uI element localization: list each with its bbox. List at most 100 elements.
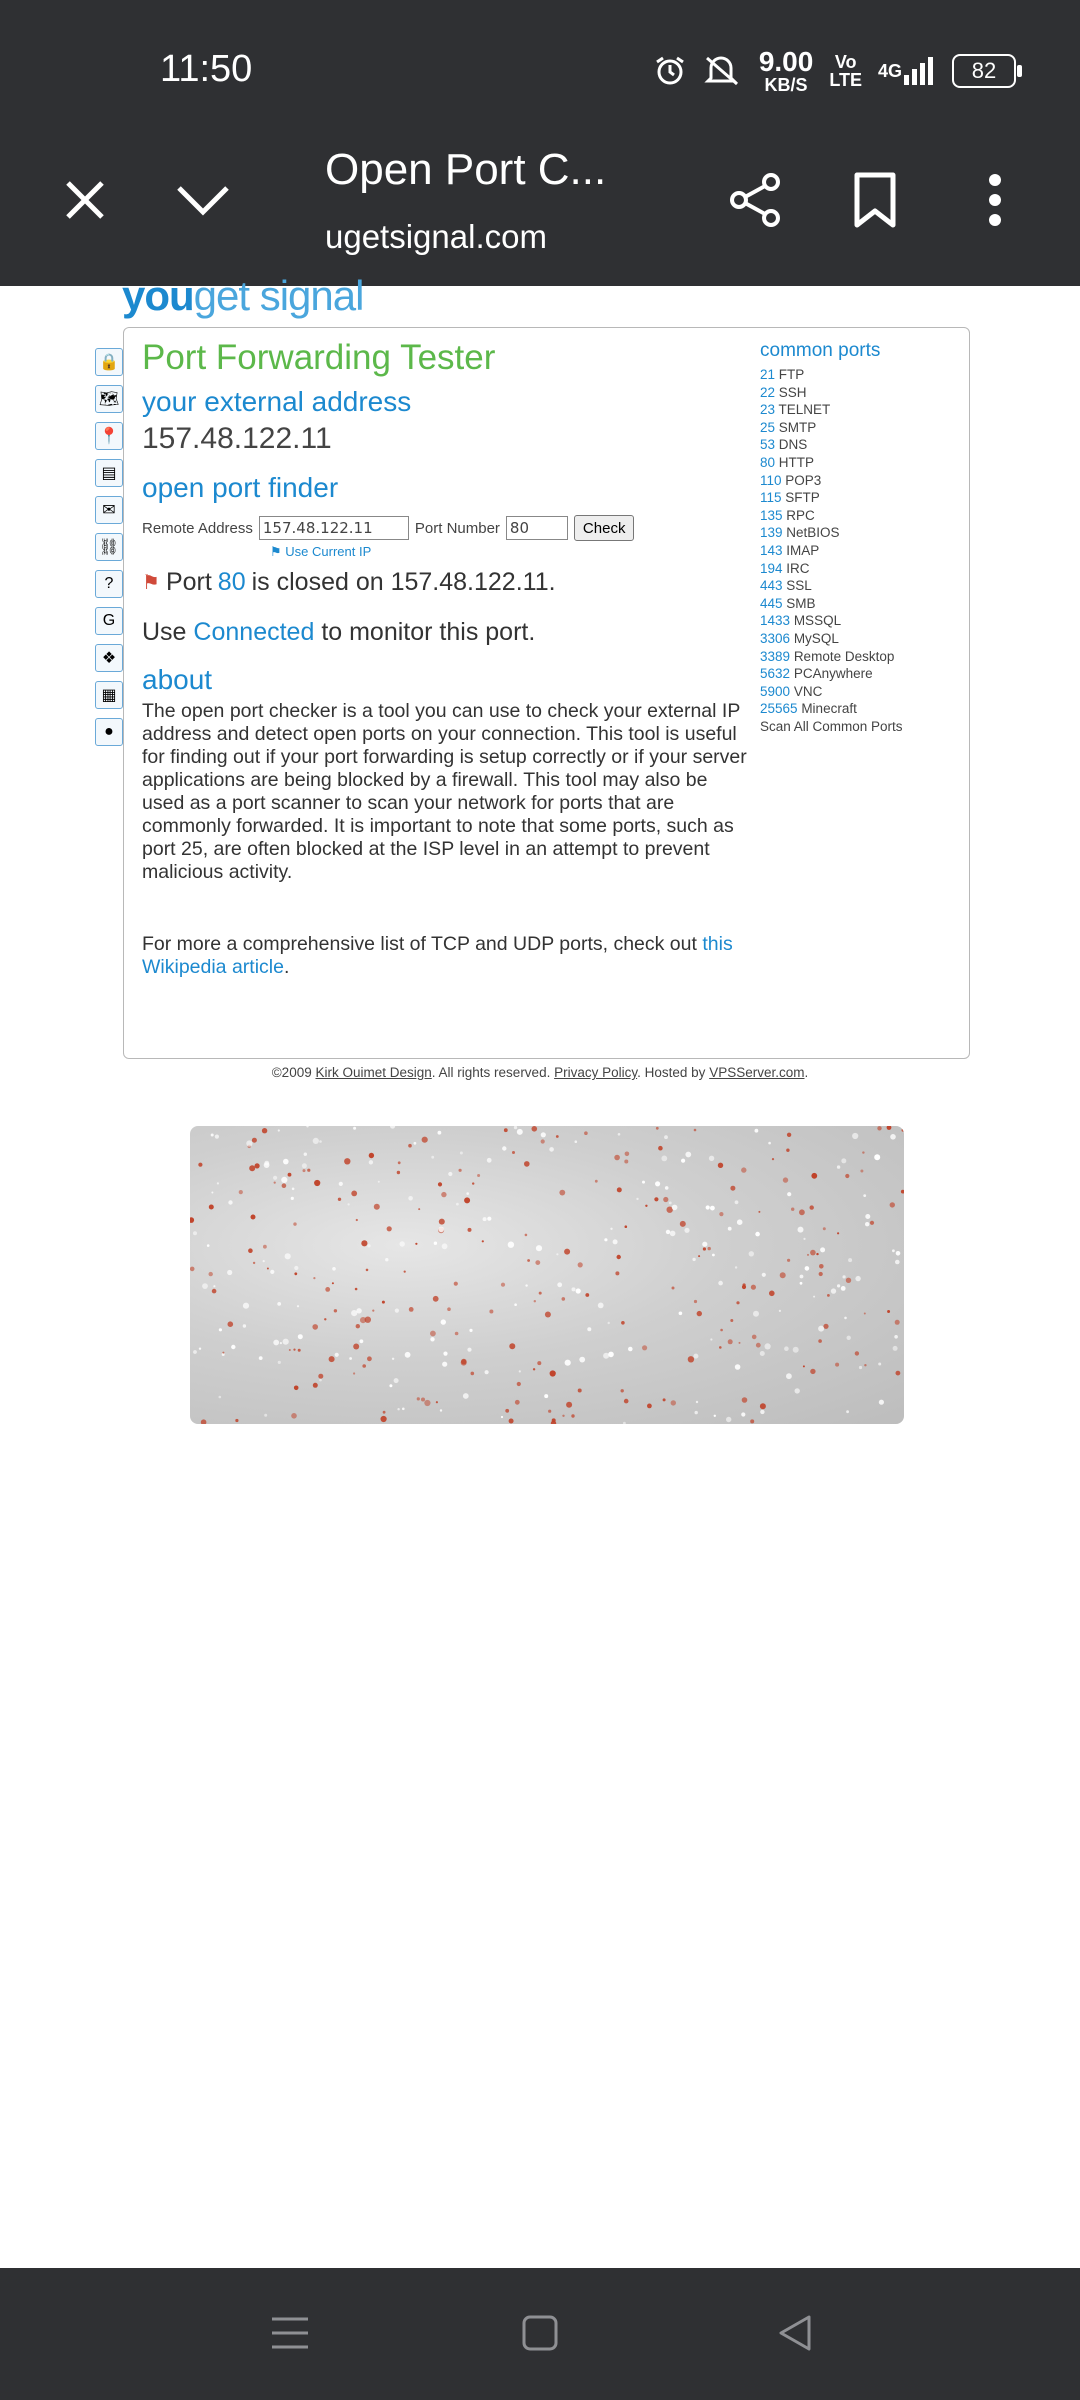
port-item[interactable]: 25565 Minecraft [760, 700, 960, 718]
port-item[interactable]: 1433 MSSQL [760, 612, 960, 630]
bookmark-button[interactable] [840, 165, 910, 235]
particle-dot [894, 1319, 900, 1325]
particle-dot [624, 1159, 629, 1164]
check-button[interactable]: Check [573, 515, 635, 541]
port-item[interactable]: 25 SMTP [760, 419, 960, 437]
share-button[interactable] [720, 165, 790, 235]
particle-dot [810, 1249, 816, 1256]
particle-dot [467, 1227, 472, 1232]
particle-dot [664, 1186, 669, 1190]
port-item[interactable]: 110 POP3 [760, 472, 960, 490]
particle-dot [312, 1137, 319, 1144]
help-icon[interactable]: ? [95, 570, 123, 598]
particle-dot [811, 1172, 818, 1179]
particle-dot [362, 1364, 366, 1368]
server-icon[interactable]: ▦ [95, 681, 123, 709]
port-result: ⚑ Port 80 is closed on 157.48.122.11. [142, 568, 556, 596]
windows-icon[interactable]: ❖ [95, 644, 123, 672]
remote-address-input[interactable] [258, 516, 409, 540]
advertisement-image[interactable] [190, 1126, 904, 1424]
port-item[interactable]: 139 NetBIOS [760, 524, 960, 542]
port-item[interactable]: 80 HTTP [760, 454, 960, 472]
particle-dot [736, 1301, 740, 1305]
privacy-policy-link[interactable]: Privacy Policy [554, 1065, 637, 1080]
particle-dot [441, 1191, 447, 1198]
particle-dot [208, 1204, 214, 1210]
particle-dot [799, 1209, 805, 1216]
scan-all-ports-link[interactable]: Scan All Common Ports [760, 718, 960, 736]
map-pin-icon[interactable]: 📍 [95, 422, 123, 450]
particle-dot [604, 1238, 608, 1242]
particle-dot [222, 1351, 225, 1354]
particle-dot [421, 1136, 428, 1143]
mail-icon[interactable]: ✉ [95, 496, 123, 524]
particle-dot [439, 1409, 443, 1412]
particle-dot [214, 1134, 219, 1139]
particle-dot [738, 1341, 741, 1344]
site-logo[interactable]: youget signal [122, 272, 364, 320]
particle-dot [484, 1370, 489, 1375]
lock-icon[interactable]: 🔒 [95, 348, 123, 376]
back-button[interactable] [760, 2298, 830, 2368]
home-button[interactable] [505, 2298, 575, 2368]
particle-dot [294, 1272, 298, 1276]
particle-dot [842, 1275, 846, 1279]
port-item[interactable]: 115 SFTP [760, 489, 960, 507]
author-link[interactable]: Kirk Ouimet Design [315, 1065, 431, 1080]
map-icon[interactable]: 🗺 [95, 385, 123, 413]
window-icon[interactable]: ▤ [95, 459, 123, 487]
network-icon[interactable]: ⛓ [95, 533, 123, 561]
google-icon[interactable]: G [95, 607, 123, 635]
port-item[interactable]: 23 TELNET [760, 401, 960, 419]
particle-dot [246, 1140, 253, 1147]
particle-dot [799, 1281, 803, 1285]
particle-dot [778, 1309, 782, 1312]
particle-dot [287, 1172, 292, 1177]
minimize-button[interactable] [168, 165, 238, 235]
particle-dot [389, 1384, 393, 1388]
particle-dot [645, 1204, 648, 1207]
connected-link[interactable]: Connected [193, 618, 314, 646]
port-number-input[interactable] [505, 516, 568, 540]
particle-dot [252, 1261, 256, 1265]
particle-dot [741, 1397, 748, 1403]
particle-dot [736, 1219, 743, 1225]
recent-apps-button[interactable] [255, 2298, 325, 2368]
particle-dot [786, 1148, 790, 1152]
status-icons: 9.00 KB/S Vo LTE 4G 82 [653, 46, 1022, 96]
particle-dot [248, 1248, 253, 1253]
port-item[interactable]: 194 IRC [760, 560, 960, 578]
close-tab-button[interactable] [50, 165, 120, 235]
port-item[interactable]: 135 RPC [760, 507, 960, 525]
more-options-button[interactable] [960, 165, 1030, 235]
use-current-ip-link[interactable]: ⚑ Use Current IP [270, 544, 371, 560]
particle-dot [717, 1162, 724, 1168]
port-item[interactable]: 143 IMAP [760, 542, 960, 560]
close-icon [66, 181, 104, 219]
port-item[interactable]: 5632 PCAnywhere [760, 665, 960, 683]
host-link[interactable]: VPSServer.com [709, 1065, 804, 1080]
port-item[interactable]: 22 SSH [760, 384, 960, 402]
particle-dot [669, 1230, 676, 1237]
particle-dot [741, 1284, 747, 1290]
particle-dot [642, 1345, 648, 1351]
particle-dot [564, 1359, 571, 1366]
particle-dot [713, 1414, 716, 1417]
particle-dot [231, 1344, 236, 1350]
port-item[interactable]: 445 SMB [760, 595, 960, 613]
port-item[interactable]: 443 SSL [760, 577, 960, 595]
particle-dot [792, 1346, 799, 1353]
particle-dot [860, 1169, 864, 1173]
port-item[interactable]: 53 DNS [760, 436, 960, 454]
port-item[interactable]: 3389 Remote Desktop [760, 648, 960, 666]
particle-dot [608, 1351, 614, 1358]
chevron-down-icon [177, 186, 229, 216]
globe-icon[interactable]: ● [95, 718, 123, 746]
port-item[interactable]: 5900 VNC [760, 683, 960, 701]
particle-dot [726, 1416, 732, 1423]
particle-dot [577, 1388, 582, 1393]
port-item[interactable]: 21 FTP [760, 366, 960, 384]
page-url[interactable]: ugetsignal.com [325, 218, 547, 256]
port-item[interactable]: 3306 MySQL [760, 630, 960, 648]
particle-dot [319, 1378, 322, 1382]
